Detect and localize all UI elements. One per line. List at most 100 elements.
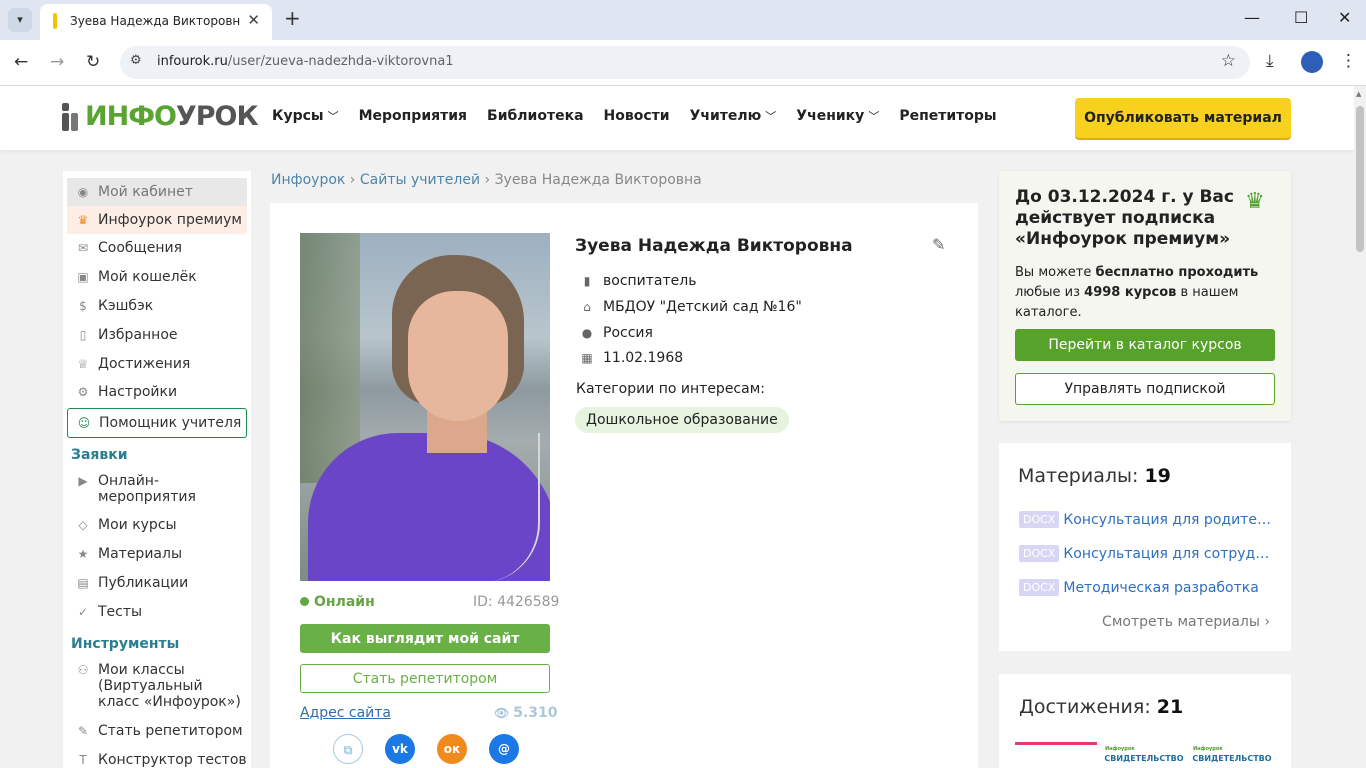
material-link[interactable]: Консультация для сотрудников xyxy=(1063,546,1275,562)
chevron-down-icon: ﹀ xyxy=(765,110,777,123)
profile-avatar-icon[interactable] xyxy=(1301,51,1323,73)
window-maximize-icon[interactable]: ☐ xyxy=(1294,8,1308,27)
site-settings-icon[interactable]: ⚙ xyxy=(130,53,142,68)
reload-icon[interactable]: ↻ xyxy=(86,52,100,72)
scroll-up-icon[interactable]: ▲ xyxy=(1356,90,1361,98)
sidebar-item[interactable]: ⚇ Мои классы (Виртуальный класс «Инфоурок… xyxy=(67,660,247,710)
sidebar-item-label: Помощник учителя xyxy=(99,415,242,431)
achievements-box: Достижения: 21 Инфоурок СВИДЕТЕЛЬСТВО Инфо… xyxy=(999,674,1291,768)
material-item[interactable]: DOCX Методическая разработка xyxy=(1019,579,1275,596)
browser-tab-active[interactable]: Зуева Надежда Викторовна - Инфоурок ✕ xyxy=(40,4,272,40)
window-minimize-icon[interactable]: — xyxy=(1244,8,1260,27)
user-circle-icon: ◉ xyxy=(77,185,89,199)
sidebar-item[interactable]: ♛ Инфоурок премиум xyxy=(67,206,247,234)
achievement-thumbnail[interactable] xyxy=(1015,742,1097,768)
profile-organization: ⌂ МБДОУ "Детский сад №16" xyxy=(578,299,802,315)
favicon-icon xyxy=(53,13,57,29)
material-item[interactable]: DOCX Консультация для родителей xyxy=(1019,511,1275,528)
nav-item[interactable]: Курсы ﹀ xyxy=(272,108,339,124)
teacher-icon: ✎ xyxy=(77,724,89,738)
achievement-caption: СВИДЕТЕЛЬСТВО xyxy=(1192,754,1272,763)
bookmark-star-icon[interactable]: ☆ xyxy=(1221,51,1236,71)
profile-birth-date: ▦ 11.02.1968 xyxy=(578,350,683,366)
premium-text: Вы можете бесплатно проходить любые из 4… xyxy=(1015,265,1259,320)
sidebar-item[interactable]: ⚙ Настройки xyxy=(67,378,247,406)
sidebar-item-label: Мои классы (Виртуальный класс «Инфоурок»… xyxy=(98,662,241,710)
manage-subscription-button[interactable]: Управлять подпиской xyxy=(1015,373,1275,405)
forward-arrow-icon[interactable]: → xyxy=(50,52,64,72)
text-icon: T xyxy=(79,753,87,767)
material-link[interactable]: Методическая разработка xyxy=(1063,580,1258,596)
materials-title: Материалы: 19 xyxy=(1018,465,1171,487)
book-icon: ▤ xyxy=(77,576,89,590)
site-address-link[interactable]: Адрес сайта xyxy=(300,705,391,721)
category-chip[interactable]: Дошкольное образование xyxy=(575,407,789,433)
achievement-thumbnail[interactable]: Инфоурок СВИДЕТЕЛЬСТВО xyxy=(1103,742,1185,768)
back-arrow-icon[interactable]: ← xyxy=(14,52,28,72)
file-type-badge: DOCX xyxy=(1019,545,1060,562)
browser-menu-icon[interactable]: ⋮ xyxy=(1340,51,1357,71)
tab-search-chevron-icon[interactable]: ▾ xyxy=(8,8,32,32)
online-dot-icon xyxy=(300,597,309,606)
address-bar[interactable]: ⚙ infourok.ru/user/zueva-nadezhda-viktor… xyxy=(120,46,1250,79)
view-my-site-button[interactable]: Как выглядит мой сайт xyxy=(300,624,550,653)
nav-item[interactable]: Новости xyxy=(604,108,670,124)
new-tab-plus-icon[interactable]: + xyxy=(284,6,301,30)
sidebar-item[interactable]: ▣ Мой кошелёк xyxy=(67,263,247,291)
copy-link-icon[interactable]: ⧉ xyxy=(333,734,363,764)
categories-label: Категории по интересам: xyxy=(576,381,765,397)
mail-at-icon[interactable]: @ xyxy=(489,734,519,764)
book-icon: ▮ xyxy=(583,274,591,288)
sidebar-item[interactable]: ✓ Тесты xyxy=(67,598,247,626)
sidebar-item[interactable]: ♕ Достижения xyxy=(67,350,247,378)
publish-material-button[interactable]: Опубликовать материал xyxy=(1075,98,1291,138)
breadcrumb-sites[interactable]: Сайты учителей xyxy=(360,172,480,188)
sidebar-item[interactable]: ◇ Мои курсы xyxy=(67,511,247,539)
become-tutor-button[interactable]: Стать репетитором xyxy=(300,664,550,693)
sidebar-item[interactable]: $ Кэшбэк xyxy=(67,292,247,320)
sidebar-item[interactable]: ★ Материалы xyxy=(67,540,247,568)
sidebar-item-label: Настройки xyxy=(98,384,178,400)
courses-catalog-button[interactable]: Перейти в каталог курсов xyxy=(1015,329,1275,361)
edit-pencil-icon[interactable]: ✎ xyxy=(932,235,945,254)
sidebar-section-tools: Инструменты xyxy=(71,636,180,652)
logo[interactable]: ИНФОУРОК xyxy=(85,101,259,132)
vk-icon[interactable]: vk xyxy=(385,734,415,764)
tab-close-icon[interactable]: ✕ xyxy=(247,11,260,29)
sidebar-item-label: Мой кошелёк xyxy=(98,269,197,285)
material-item[interactable]: DOCXКонсультация для сотрудников xyxy=(1019,545,1275,562)
sidebar-item-label: Мои курсы xyxy=(98,517,177,533)
material-link[interactable]: Консультация для родителей xyxy=(1063,512,1275,528)
sidebar-item[interactable]: ✎ Стать репетитором xyxy=(67,717,247,745)
achievement-thumbnail[interactable]: Инфоурок СВИДЕТЕЛЬСТВО xyxy=(1191,742,1273,768)
nav-item[interactable]: Учителю ﹀ xyxy=(690,108,777,124)
window-close-icon[interactable]: ✕ xyxy=(1338,8,1351,27)
crown-icon: ♛ xyxy=(77,213,89,227)
nav-item[interactable]: Мероприятия xyxy=(359,108,467,124)
page-scrollbar[interactable]: ▲ xyxy=(1354,86,1366,768)
trophy-icon: ♕ xyxy=(77,357,89,371)
sidebar-item[interactable]: ▯ Избранное xyxy=(67,321,247,349)
breadcrumb-home[interactable]: Инфоурок xyxy=(271,172,345,188)
sidebar-item-label: Инфоурок премиум xyxy=(98,212,242,228)
nav-item[interactable]: Библиотека xyxy=(487,108,584,124)
logo-mark-icon[interactable] xyxy=(62,103,78,131)
graduation-cap-icon: ◇ xyxy=(78,518,88,532)
achievement-caption: СВИДЕТЕЛЬСТВО xyxy=(1104,754,1184,763)
sidebar-item[interactable]: T Конструктор тестов xyxy=(67,746,247,768)
odnoklassniki-icon[interactable]: ок xyxy=(437,734,467,764)
nav-item[interactable]: Репетиторы xyxy=(899,108,996,124)
star-icon: ★ xyxy=(77,547,89,561)
coin-icon: $ xyxy=(79,299,87,313)
sidebar-item[interactable]: ◉ Мой кабинет xyxy=(67,178,247,206)
sidebar-item[interactable]: ☺ Помощник учителя xyxy=(67,408,247,438)
nav-item[interactable]: Ученику ﹀ xyxy=(796,108,879,124)
view-materials-link[interactable]: Смотреть материалы › xyxy=(1102,614,1270,630)
url-text[interactable]: infourok.ru/user/zueva-nadezhda-viktorov… xyxy=(157,54,454,69)
sidebar-item[interactable]: ▶ Онлайн-мероприятия xyxy=(67,471,247,505)
download-icon[interactable]: ⤓ xyxy=(1266,51,1274,71)
site-header: ИНФОУРОК Курсы ﹀ Мероприятия Библиотека Ново… xyxy=(0,86,1354,150)
sidebar-item[interactable]: ▤ Публикации xyxy=(67,569,247,597)
scrollbar-thumb[interactable] xyxy=(1356,106,1364,252)
sidebar-item[interactable]: ✉ Сообщения xyxy=(67,234,247,262)
